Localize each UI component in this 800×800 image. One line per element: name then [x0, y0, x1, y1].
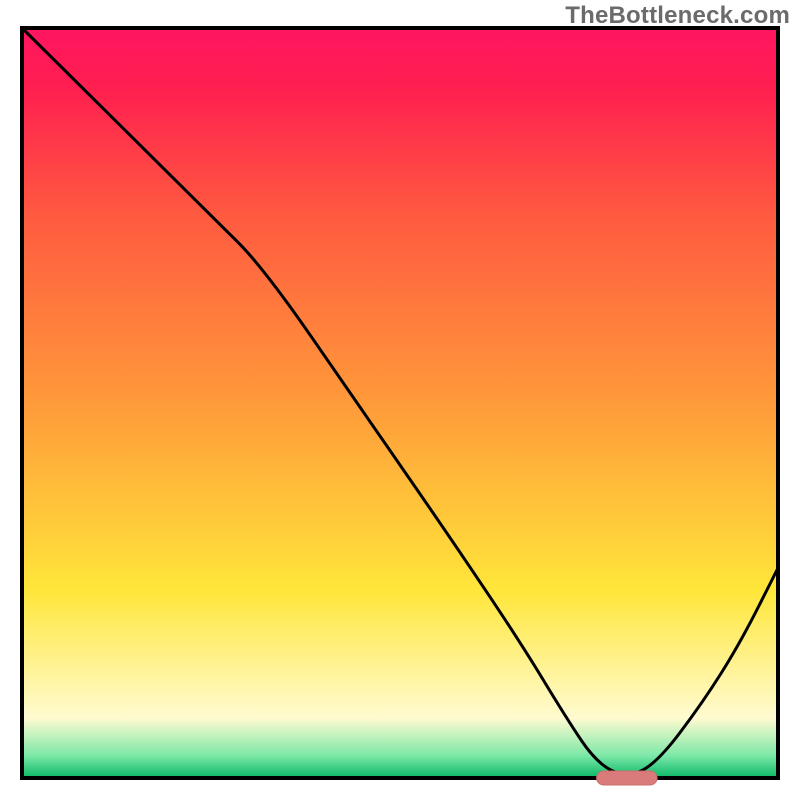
optimal-marker — [597, 771, 658, 785]
chart-container: TheBottleneck.com — [0, 0, 800, 800]
bottleneck-chart — [0, 0, 800, 800]
